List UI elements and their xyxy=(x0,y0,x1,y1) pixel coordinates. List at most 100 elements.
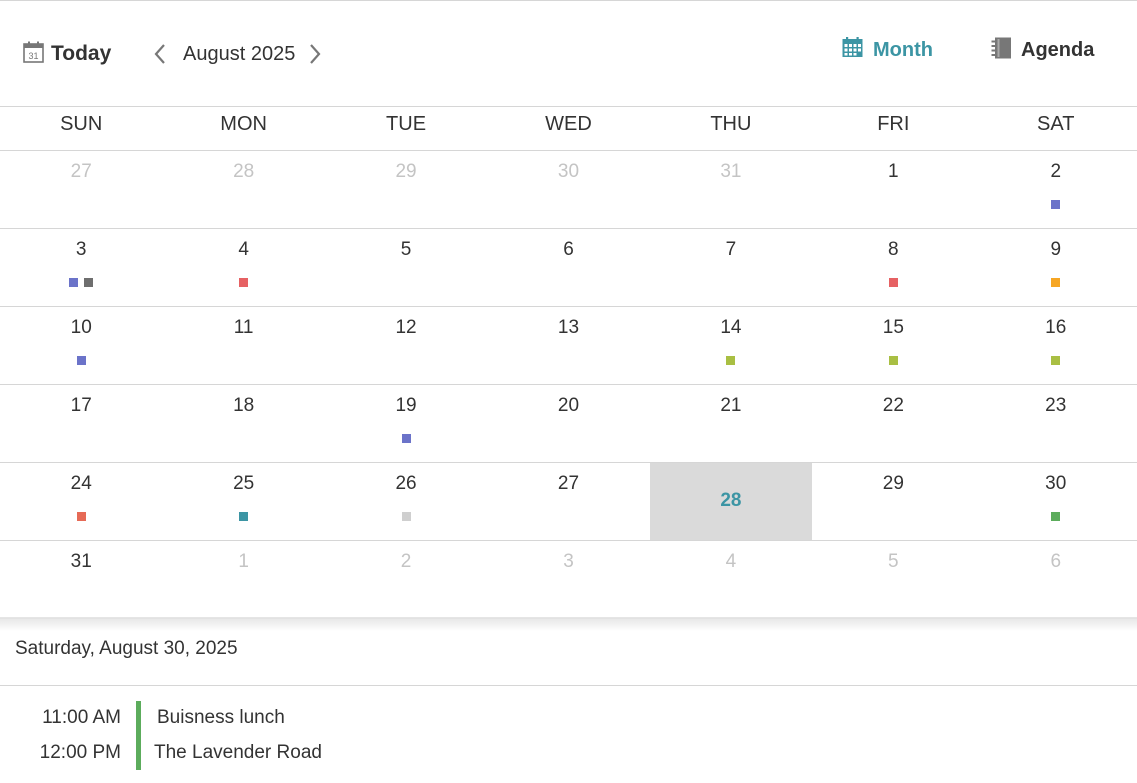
day-cell[interactable]: 27 xyxy=(0,151,162,228)
event-dot xyxy=(401,512,411,521)
event-dot xyxy=(888,278,898,287)
day-cell[interactable]: 26 xyxy=(325,463,487,540)
next-month-button[interactable] xyxy=(306,42,324,66)
day-number: 19 xyxy=(395,395,417,416)
day-cell[interactable]: 25 xyxy=(162,463,324,540)
agenda-event[interactable]: 12:00 PM The Lavender Road xyxy=(0,738,1137,768)
day-cell[interactable]: 27 xyxy=(487,463,649,540)
day-number: 25 xyxy=(233,473,255,494)
day-cell[interactable]: 4 xyxy=(162,229,324,306)
day-cell[interactable]: 29 xyxy=(812,463,974,540)
month-view-button[interactable]: Month xyxy=(842,37,933,63)
day-number: 21 xyxy=(720,395,742,416)
event-indicators xyxy=(975,356,1137,365)
event-time: 12:00 PM xyxy=(39,742,121,763)
day-cell[interactable]: 21 xyxy=(650,385,812,462)
week-row: 31 1 2 3 4 5 6 xyxy=(0,541,1137,619)
event-indicators xyxy=(162,512,324,521)
day-cell[interactable]: 6 xyxy=(487,229,649,306)
day-cell[interactable]: 11 xyxy=(162,307,324,384)
day-cell[interactable]: 1 xyxy=(162,541,324,618)
chevron-right-icon xyxy=(306,44,324,70)
day-cell[interactable]: 10 xyxy=(0,307,162,384)
day-cell[interactable]: 7 xyxy=(650,229,812,306)
event-indicators xyxy=(975,278,1137,287)
event-dot xyxy=(1051,512,1061,521)
day-number: 1 xyxy=(238,551,249,572)
day-cell[interactable]: 5 xyxy=(325,229,487,306)
week-row: 17 18 19 20 21 22 23 xyxy=(0,385,1137,463)
agenda-view-button[interactable]: Agenda xyxy=(991,37,1094,63)
day-number: 5 xyxy=(400,239,412,260)
day-number: 17 xyxy=(70,395,92,416)
event-indicators xyxy=(975,200,1137,209)
day-cell[interactable]: 30 xyxy=(975,463,1137,540)
day-cell[interactable]: 24 xyxy=(0,463,162,540)
week-row: 27 28 29 30 31 1 2 xyxy=(0,151,1137,229)
day-cell[interactable]: 6 xyxy=(975,541,1137,618)
day-cell[interactable]: 22 xyxy=(812,385,974,462)
day-cell[interactable]: 2 xyxy=(325,541,487,618)
event-time: 11:00 AM xyxy=(42,707,121,728)
day-cell[interactable]: 31 xyxy=(650,151,812,228)
day-cell[interactable]: 2 xyxy=(975,151,1137,228)
day-cell[interactable]: 9 xyxy=(975,229,1137,306)
day-number: 15 xyxy=(882,317,904,338)
event-indicators xyxy=(650,356,812,365)
day-number: 10 xyxy=(70,317,92,338)
month-grid: SUN MON TUE WED THU FRI SAT 27 28 29 30 31 1 2 3 4 5 6 7 8… xyxy=(0,106,1137,619)
day-cell[interactable]: 17 xyxy=(0,385,162,462)
event-indicators xyxy=(975,512,1137,521)
agenda-view-label: Agenda xyxy=(1021,38,1095,61)
notebook-icon xyxy=(991,37,1012,64)
day-cell[interactable]: 1 xyxy=(812,151,974,228)
day-number: 27 xyxy=(70,161,92,182)
day-number: 5 xyxy=(888,551,899,572)
event-dot xyxy=(726,356,736,365)
day-number: 3 xyxy=(75,239,87,260)
day-cell[interactable]: 5 xyxy=(812,541,974,618)
day-cell[interactable]: 28 xyxy=(162,151,324,228)
day-cell[interactable]: 3 xyxy=(0,229,162,306)
day-cell[interactable]: 12 xyxy=(325,307,487,384)
grid-shadow xyxy=(0,617,1137,631)
day-number: 26 xyxy=(395,473,417,494)
svg-text:31: 31 xyxy=(28,51,38,61)
event-indicators xyxy=(162,278,324,287)
day-cell[interactable]: 19 xyxy=(325,385,487,462)
weekday-header-fri: FRI xyxy=(877,113,910,135)
day-cell[interactable]: 14 xyxy=(650,307,812,384)
day-cell[interactable]: 29 xyxy=(325,151,487,228)
event-indicators xyxy=(0,278,162,287)
day-cell[interactable]: 13 xyxy=(487,307,649,384)
day-cell[interactable]: 23 xyxy=(975,385,1137,462)
day-cell[interactable]: 31 xyxy=(0,541,162,618)
day-cell[interactable]: 18 xyxy=(162,385,324,462)
agenda-event[interactable]: 11:00 AM Buisness lunch xyxy=(0,703,1137,733)
day-number: 3 xyxy=(563,551,574,572)
day-number: 11 xyxy=(233,317,254,338)
event-title: The Lavender Road xyxy=(154,742,322,763)
day-cell[interactable]: 8 xyxy=(812,229,974,306)
day-number: 22 xyxy=(882,395,904,416)
weekday-header: SUN MON TUE WED THU FRI SAT xyxy=(0,106,1137,151)
weeks-container: 27 28 29 30 31 1 2 3 4 5 6 7 8 9 10 11 12 13 14 15 16 17 18 19 2… xyxy=(0,151,1137,619)
day-cell[interactable]: 30 xyxy=(487,151,649,228)
period-title: August 2025 xyxy=(183,43,296,65)
day-cell[interactable]: 3 xyxy=(487,541,649,618)
calendar-icon: 31 xyxy=(23,41,44,68)
day-cell[interactable]: 20 xyxy=(487,385,649,462)
previous-month-button[interactable] xyxy=(151,42,169,66)
day-number: 14 xyxy=(720,317,742,338)
day-cell[interactable]: 4 xyxy=(650,541,812,618)
day-cell[interactable]: 16 xyxy=(975,307,1137,384)
weekday-header-thu: THU xyxy=(710,113,752,135)
day-number: 4 xyxy=(238,239,249,260)
month-view-label: Month xyxy=(873,38,933,61)
event-dot xyxy=(84,278,94,287)
weekday-header-mon: MON xyxy=(220,113,267,135)
day-cell[interactable]: 15 xyxy=(812,307,974,384)
selected-date-heading: Saturday, August 30, 2025 xyxy=(15,638,238,659)
today-button[interactable]: 31 Today xyxy=(23,41,111,67)
day-cell-today[interactable]: 28 xyxy=(649,463,813,540)
